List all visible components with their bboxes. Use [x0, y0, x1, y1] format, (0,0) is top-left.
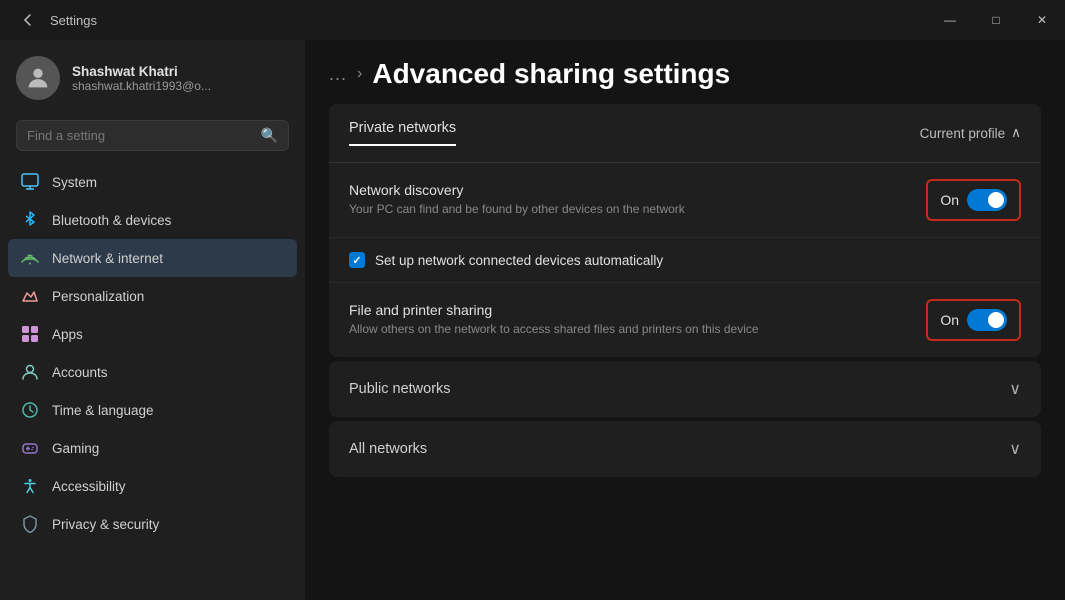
sidebar-item-gaming[interactable]: Gaming — [8, 429, 297, 467]
public-networks-chevron: ∨ — [1009, 379, 1021, 399]
network-discovery-info: Network discovery Your PC can find and b… — [349, 182, 906, 218]
file-sharing-info: File and printer sharing Allow others on… — [349, 302, 906, 338]
search-box[interactable]: 🔍 — [16, 120, 289, 151]
current-profile-chevron-up: ∧ — [1011, 125, 1021, 141]
system-icon — [20, 172, 40, 192]
page-title: Advanced sharing settings — [372, 58, 730, 90]
back-button[interactable] — [14, 6, 42, 34]
sidebar-item-system-label: System — [52, 175, 97, 190]
all-networks-section: All networks ∨ — [329, 421, 1041, 477]
app-body: Shashwat Khatri shashwat.khatri1993@o...… — [0, 40, 1065, 600]
sections-container: Private networks Current profile ∧ Netwo… — [305, 104, 1065, 600]
sidebar-item-accounts[interactable]: Accounts — [8, 353, 297, 391]
private-networks-tab[interactable]: Private networks — [349, 120, 456, 146]
sidebar-item-personalization-label: Personalization — [52, 289, 144, 304]
sidebar-item-apps-label: Apps — [52, 327, 83, 342]
sidebar-item-accessibility-label: Accessibility — [52, 479, 126, 494]
user-info: Shashwat Khatri shashwat.khatri1993@o... — [72, 64, 211, 93]
all-networks-header[interactable]: All networks ∨ — [329, 421, 1041, 477]
sidebar: Shashwat Khatri shashwat.khatri1993@o...… — [0, 40, 305, 600]
sidebar-item-accounts-label: Accounts — [52, 365, 108, 380]
public-networks-label: Public networks — [349, 381, 451, 397]
network-discovery-title: Network discovery — [349, 182, 906, 198]
network-icon — [20, 248, 40, 268]
checkbox-check-icon: ✓ — [352, 254, 361, 267]
user-email: shashwat.khatri1993@o... — [72, 79, 211, 93]
sidebar-item-apps[interactable]: Apps — [8, 315, 297, 353]
sidebar-item-system[interactable]: System — [8, 163, 297, 201]
sidebar-item-privacy-label: Privacy & security — [52, 517, 159, 532]
file-sharing-toggle[interactable] — [967, 309, 1007, 331]
file-sharing-desc: Allow others on the network to access sh… — [349, 321, 906, 338]
main-content: ... › Advanced sharing settings Private … — [305, 40, 1065, 600]
public-networks-section: Public networks ∨ — [329, 361, 1041, 417]
breadcrumb-arrow: › — [357, 65, 362, 83]
network-discovery-row: Network discovery Your PC can find and b… — [329, 163, 1041, 238]
sidebar-item-network-label: Network & internet — [52, 251, 163, 266]
file-sharing-state: On — [940, 312, 959, 328]
file-sharing-row: File and printer sharing Allow others on… — [329, 283, 1041, 357]
sidebar-item-privacy[interactable]: Privacy & security — [8, 505, 297, 543]
app-title: Settings — [50, 13, 97, 28]
maximize-button[interactable]: □ — [973, 4, 1019, 36]
search-input[interactable] — [27, 128, 253, 143]
current-profile-text: Current profile — [920, 126, 1006, 141]
accessibility-icon — [20, 476, 40, 496]
avatar — [16, 56, 60, 100]
apps-icon — [20, 324, 40, 344]
network-discovery-toggle-container[interactable]: On — [926, 179, 1021, 221]
privacy-icon — [20, 514, 40, 534]
sidebar-item-bluetooth-label: Bluetooth & devices — [52, 213, 171, 228]
user-profile[interactable]: Shashwat Khatri shashwat.khatri1993@o... — [0, 44, 305, 116]
auto-setup-row[interactable]: ✓ Set up network connected devices autom… — [329, 238, 1041, 283]
network-discovery-desc: Your PC can find and be found by other d… — [349, 201, 906, 218]
all-networks-chevron: ∨ — [1009, 439, 1021, 459]
user-name: Shashwat Khatri — [72, 64, 211, 79]
file-sharing-toggle-container[interactable]: On — [926, 299, 1021, 341]
sidebar-item-bluetooth[interactable]: Bluetooth & devices — [8, 201, 297, 239]
titlebar: Settings — □ ✕ — [0, 0, 1065, 40]
sidebar-item-network[interactable]: Network & internet — [8, 239, 297, 277]
network-discovery-state: On — [940, 192, 959, 208]
breadcrumb-dots[interactable]: ... — [329, 64, 347, 85]
private-networks-header: Private networks Current profile ∧ — [329, 104, 1041, 163]
content-header: ... › Advanced sharing settings — [305, 40, 1065, 104]
auto-setup-label: Set up network connected devices automat… — [375, 253, 663, 268]
all-networks-label: All networks — [349, 441, 427, 457]
bluetooth-icon — [20, 210, 40, 230]
accounts-icon — [20, 362, 40, 382]
sidebar-item-personalization[interactable]: Personalization — [8, 277, 297, 315]
search-icon: 🔍 — [261, 127, 278, 144]
public-networks-header[interactable]: Public networks ∨ — [329, 361, 1041, 417]
auto-setup-checkbox[interactable]: ✓ — [349, 252, 365, 268]
gaming-icon — [20, 438, 40, 458]
time-icon — [20, 400, 40, 420]
minimize-button[interactable]: — — [927, 4, 973, 36]
nav-list: System Bluetooth & devices Network & int… — [0, 163, 305, 600]
close-button[interactable]: ✕ — [1019, 4, 1065, 36]
network-discovery-toggle[interactable] — [967, 189, 1007, 211]
personalization-icon — [20, 286, 40, 306]
sidebar-item-time[interactable]: Time & language — [8, 391, 297, 429]
window-controls: — □ ✕ — [927, 4, 1065, 36]
sidebar-item-gaming-label: Gaming — [52, 441, 99, 456]
private-networks-section: Private networks Current profile ∧ Netwo… — [329, 104, 1041, 357]
current-profile-label: Current profile ∧ — [920, 125, 1021, 141]
file-sharing-title: File and printer sharing — [349, 302, 906, 318]
sidebar-item-time-label: Time & language — [52, 403, 154, 418]
sidebar-item-accessibility[interactable]: Accessibility — [8, 467, 297, 505]
